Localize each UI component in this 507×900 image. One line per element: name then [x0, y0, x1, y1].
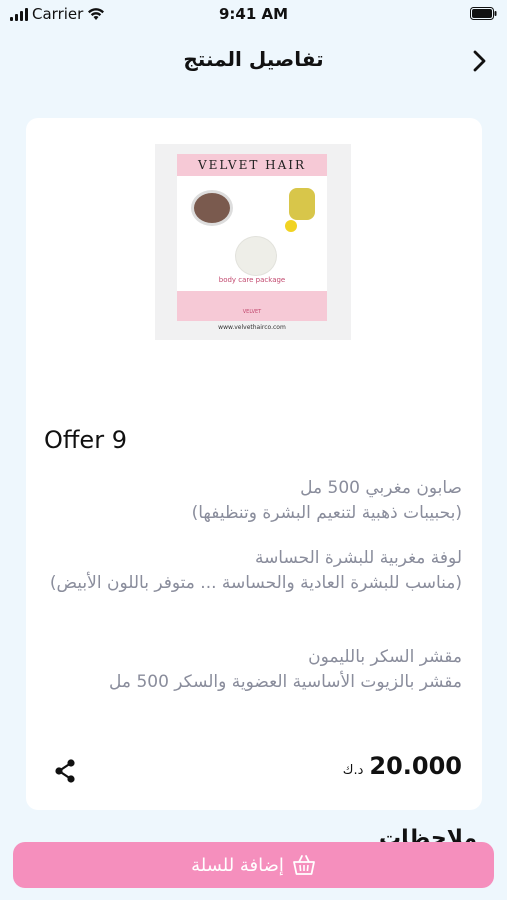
soap-jar-image	[289, 188, 315, 220]
description-line: مقشر السكر بالليمون	[308, 647, 462, 667]
description-line: مقشر بالزيوت الأساسية العضوية والسكر 500…	[109, 672, 462, 692]
basket-icon	[293, 855, 315, 875]
image-url-text: www.velvethairco.com	[218, 324, 286, 331]
page-title: تفاصيل المنتج	[183, 47, 324, 71]
price-amount: 20.000	[369, 752, 462, 780]
status-bar: Carrier 9:41 AM	[0, 0, 507, 30]
product-name: Offer 9	[44, 426, 127, 454]
image-package-label: body care package	[218, 276, 286, 284]
price-currency: د.ك	[342, 763, 364, 778]
product-card: VELVET HAIR body care package VELVET www…	[26, 118, 482, 810]
share-icon[interactable]	[52, 758, 78, 784]
image-brand-banner: VELVET HAIR	[177, 154, 327, 176]
price: 20.000 د.ك	[343, 752, 462, 780]
battery-icon	[470, 7, 497, 20]
image-products-area: body care package	[177, 176, 327, 291]
description-line: (بحبيبات ذهبية لتنعيم البشرة وتنظيفها)	[191, 503, 462, 523]
navigation-bar: تفاصيل المنتج	[0, 38, 507, 84]
description-item-2: لوفة مغربية للبشرة الحساسة (مناسب للبشرة…	[42, 546, 462, 596]
lemon-image	[285, 220, 297, 232]
back-chevron-icon[interactable]	[467, 46, 491, 76]
loofah-image	[235, 236, 277, 276]
description-line: صابون مغربي 500 مل	[300, 478, 462, 498]
scrub-jar-image	[191, 190, 233, 226]
image-footer-banner: VELVET	[177, 291, 327, 321]
add-to-cart-label: إضافة للسلة	[191, 854, 284, 876]
description-line: لوفة مغربية للبشرة الحساسة	[254, 548, 462, 568]
description-item-1: صابون مغربي 500 مل (بحبيبات ذهبية لتنعيم…	[42, 476, 462, 526]
add-to-cart-button[interactable]: إضافة للسلة	[13, 842, 494, 888]
image-footer-brand: VELVET	[242, 309, 262, 315]
description-item-3: مقشر السكر بالليمون مقشر بالزيوت الأساسي…	[42, 645, 462, 695]
status-time: 9:41 AM	[218, 5, 289, 23]
product-image[interactable]: VELVET HAIR body care package VELVET www…	[155, 144, 351, 340]
description-line: (مناسب للبشرة العادية والحساسة ... متوفر…	[49, 573, 462, 593]
